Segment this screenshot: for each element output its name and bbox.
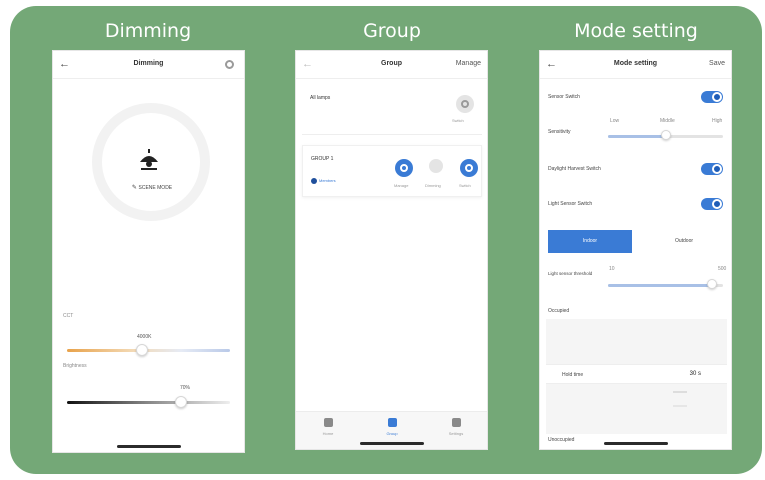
screen-title: Mode setting: [613, 60, 658, 67]
switch-action-label: Switch: [459, 183, 471, 188]
save-button[interactable]: Save: [709, 60, 725, 67]
lux-min: 10: [609, 266, 615, 272]
manage-action-label: Manage: [394, 183, 409, 188]
outdoor-mode-button[interactable]: Outdoor: [642, 230, 726, 253]
dimming-icon[interactable]: [429, 159, 443, 173]
lux-slider-fill: [608, 284, 712, 287]
dimming-action-label: Dimming: [425, 183, 441, 188]
picker-item: [673, 405, 687, 407]
indoor-mode-button[interactable]: Indoor: [548, 230, 632, 253]
panel-title-group: Group: [363, 20, 421, 42]
home-indicator: [116, 445, 181, 448]
tab-settings[interactable]: Settings: [436, 416, 476, 436]
light-sensor-label: Light Sensor Switch: [548, 201, 593, 207]
picker-item: [673, 391, 687, 393]
hold-time-label: Hold time: [562, 372, 584, 378]
gear-icon[interactable]: [225, 60, 234, 69]
cct-slider-knob[interactable]: [135, 344, 148, 356]
settings-icon: [451, 418, 461, 427]
daylight-harvest-toggle[interactable]: [701, 163, 723, 175]
cct-value: 4000K: [137, 334, 152, 340]
top-bar: ← Group Manage: [296, 51, 487, 79]
panel-title-mode: Mode setting: [574, 20, 698, 42]
dimming-screen: ← Dimming ✎ SCENE MODE CCT 4000K Brightn…: [52, 50, 245, 453]
unoccupied-header: Unoccupied: [548, 437, 575, 443]
scene-mode-label[interactable]: ✎ SCENE MODE: [117, 184, 187, 191]
lux-max: 500: [718, 266, 727, 272]
daylight-harvest-label: Daylight Harvest Switch: [548, 166, 601, 172]
lux-threshold-label: Light sensor threshold: [548, 271, 593, 276]
brightness-slider-knob[interactable]: [175, 396, 188, 408]
top-bar: ← Mode setting Save: [540, 51, 731, 79]
all-lamps-switch-label: Switch: [452, 118, 464, 123]
brightness-slider-track[interactable]: [67, 401, 230, 404]
cct-slider-track[interactable]: [67, 349, 230, 352]
power-icon[interactable]: [456, 95, 474, 113]
cct-label: CCT: [63, 313, 74, 319]
sensitivity-slider-knob[interactable]: [660, 130, 671, 140]
home-icon: [323, 418, 333, 427]
sensitivity-label: Sensitivity: [548, 129, 571, 135]
panel-title-dimming: Dimming: [104, 20, 192, 42]
tab-group[interactable]: Group: [372, 416, 412, 436]
sensitivity-low: Low: [610, 118, 620, 124]
screen-title: Dimming: [133, 60, 164, 67]
switch-icon[interactable]: [460, 159, 478, 177]
brightness-value: 70%: [180, 385, 191, 391]
sensitivity-high: High: [712, 118, 723, 124]
tab-home[interactable]: Home: [308, 416, 348, 436]
all-lamps-label: All lamps: [310, 95, 331, 101]
all-lamps-card[interactable]: All lamps Switch: [302, 85, 482, 135]
group-members[interactable]: Members: [311, 178, 336, 184]
sensitivity-middle: Middle: [660, 118, 675, 124]
top-bar: ← Dimming: [53, 51, 244, 79]
group-name: GROUP 1: [311, 156, 334, 162]
group-card[interactable]: GROUP 1 Members Manage Dimming Switch: [302, 145, 482, 197]
occupied-header: Occupied: [548, 308, 570, 314]
group-screen: ← Group Manage All lamps Switch GROUP 1 …: [295, 50, 488, 450]
lamp-icon: [140, 149, 158, 170]
manage-icon[interactable]: [395, 159, 413, 177]
lux-slider-knob[interactable]: [706, 279, 717, 289]
home-indicator: [359, 442, 424, 445]
hold-time-value: 30 s: [689, 371, 701, 377]
sensor-switch-toggle[interactable]: [701, 91, 723, 103]
mode-setting-screen: ← Mode setting Save Sensor Switch Sensit…: [539, 50, 732, 450]
light-sensor-toggle[interactable]: [701, 198, 723, 210]
sensor-switch-label: Sensor Switch: [548, 94, 580, 100]
brightness-label: Brightness: [63, 363, 87, 369]
manage-button[interactable]: Manage: [456, 60, 481, 67]
sensitivity-slider-fill: [608, 135, 666, 138]
hold-time-row[interactable]: Hold time 30 s: [546, 364, 727, 384]
group-icon: [387, 418, 397, 427]
home-indicator: [603, 442, 668, 445]
occupied-section: Hold time 30 s: [546, 319, 727, 434]
